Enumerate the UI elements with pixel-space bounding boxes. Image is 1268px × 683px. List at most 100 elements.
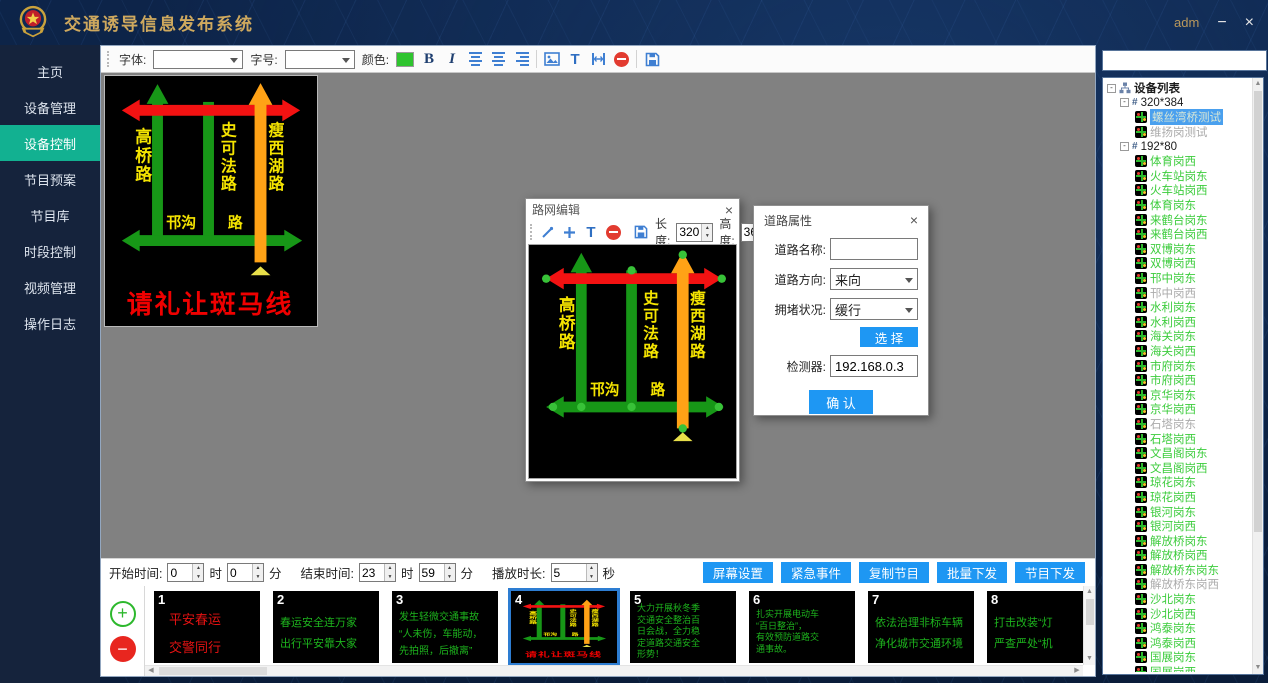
text-tool-icon[interactable]: T [567,50,583,68]
duration-input[interactable] [552,564,586,581]
sidebar-item-节目库[interactable]: 节目库 [0,197,100,233]
close-icon[interactable]: × [910,213,918,227]
remove-program-button[interactable]: − [110,636,136,662]
draw-line-icon[interactable] [539,223,555,241]
tree-item-双博岗东[interactable]: 双博岗东 [1105,242,1251,257]
spinner-arrows[interactable]: ▲▼ [192,564,203,581]
scrollbar-thumb[interactable] [159,667,267,675]
road-node-handle[interactable] [549,403,557,411]
scroll-left-icon[interactable]: ◀ [145,666,157,676]
start-hour-spinner[interactable]: ▲▼ [167,563,204,582]
road-node-handle[interactable] [679,424,687,432]
program-thumbnail-1[interactable]: 1平安春运交警同行 [154,591,260,663]
program-thumbnail-8[interactable]: 8打击改装“灯严查严处“机 [987,591,1083,663]
end-hour-input[interactable] [360,564,384,581]
tree-item-海关岗东[interactable]: 海关岗东 [1105,329,1251,344]
road-name-input[interactable] [830,238,918,260]
font-size-select[interactable] [285,50,355,69]
font-select[interactable] [153,50,243,69]
scrollbar-thumb[interactable] [1254,91,1262,532]
sidebar-item-设备控制[interactable]: 设备控制 [0,125,100,161]
tree-item-银河岗西[interactable]: 银河岗西 [1105,519,1251,534]
collapse-icon[interactable]: - [1120,98,1129,107]
tree-item-邗中岗东[interactable]: 邗中岗东 [1105,271,1251,286]
spinner-arrows[interactable]: ▲▼ [384,564,395,581]
color-swatch[interactable] [396,52,414,67]
tree-item-螺丝湾桥测试[interactable]: 螺丝湾桥测试 [1105,110,1251,125]
road-node-handle[interactable] [542,274,550,282]
tree-item-鸿泰岗东[interactable]: 鸿泰岗东 [1105,621,1251,636]
spinner-arrows[interactable]: ▲▼ [444,564,455,581]
props-dialog-titlebar[interactable]: 道路属性 × [764,210,918,230]
tree-group-192*80[interactable]: -#192*80 [1105,139,1251,154]
spinner-arrows[interactable]: ▲▼ [252,564,263,581]
tree-item-水利岗西[interactable]: 水利岗西 [1105,315,1251,330]
close-button[interactable]: × [1245,15,1254,31]
tree-item-火车站岗东[interactable]: 火车站岗东 [1105,169,1251,184]
align-left-icon[interactable] [467,50,483,68]
tree-item-沙北岗东[interactable]: 沙北岗东 [1105,592,1251,607]
align-right-icon[interactable] [513,50,529,68]
tree-item-市府岗西[interactable]: 市府岗西 [1105,373,1251,388]
end-minute-spinner[interactable]: ▲▼ [419,563,456,582]
device-search-input[interactable] [1102,50,1267,71]
road-node-handle[interactable] [627,266,635,274]
tree-item-海关岗西[interactable]: 海关岗西 [1105,344,1251,359]
collapse-icon[interactable]: - [1120,142,1129,151]
sidebar-item-主页[interactable]: 主页 [0,53,100,89]
program-thumbnail-2[interactable]: 2春运安全连万家出行平安靠大家 [273,591,379,663]
delete-element-icon[interactable] [605,223,621,241]
tree-item-体育岗东[interactable]: 体育岗东 [1105,198,1251,213]
add-program-button[interactable]: + [110,601,136,627]
tree-item-石塔岗东[interactable]: 石塔岗东 [1105,417,1251,432]
end-hour-spinner[interactable]: ▲▼ [359,563,396,582]
scrollbar-thumb[interactable] [1086,599,1094,625]
roadnet-dialog-titlebar[interactable]: 路网编辑 × [526,199,739,220]
save-icon[interactable] [644,50,660,68]
road-node-handle[interactable] [679,251,687,259]
roadnet-edit-canvas[interactable]: 高桥路史可法路瘦西湖路邗沟路 [528,244,737,479]
action-button-复制节目[interactable]: 复制节目 [859,562,929,583]
scroll-down-icon[interactable]: ▼ [1084,653,1095,665]
tree-item-来鹤台岗西[interactable]: 来鹤台岗西 [1105,227,1251,242]
tree-item-维扬岗测试[interactable]: 维扬岗测试 [1105,125,1251,140]
thumbnail-vertical-scrollbar[interactable]: ▲ ▼ [1083,586,1095,665]
tree-item-琼花岗西[interactable]: 琼花岗西 [1105,490,1251,505]
tree-item-火车站岗西[interactable]: 火车站岗西 [1105,183,1251,198]
tree-item-邗中岗西[interactable]: 邗中岗西 [1105,285,1251,300]
end-minute-input[interactable] [420,564,444,581]
sidebar-item-视频管理[interactable]: 视频管理 [0,269,100,305]
road-node-handle[interactable] [715,403,723,411]
tree-item-石塔岗西[interactable]: 石塔岗西 [1105,431,1251,446]
tree-item-体育岗西[interactable]: 体育岗西 [1105,154,1251,169]
tree-item-鸿泰岗西[interactable]: 鸿泰岗西 [1105,636,1251,651]
action-button-批量下发[interactable]: 批量下发 [937,562,1007,583]
sidebar-item-设备管理[interactable]: 设备管理 [0,89,100,125]
road-node-handle[interactable] [627,403,635,411]
program-thumbnail-5[interactable]: 5大力开展秋冬季交通安全整治百日会战，全力稳定道路交通安全形势！ [630,591,736,663]
program-thumbnail-4[interactable]: 4高桥路史可法路瘦西湖路邗沟路请礼让斑马线 [511,591,617,663]
thumbnail-horizontal-scrollbar[interactable]: ◀ ▶ [145,665,1083,676]
minimize-button[interactable]: − [1217,15,1226,31]
scroll-up-icon[interactable]: ▲ [1253,78,1263,90]
length-input[interactable] [677,224,701,241]
tree-item-解放桥东岗东[interactable]: 解放桥东岗东 [1105,563,1251,578]
detector-input[interactable] [830,355,918,377]
tree-item-解放桥岗西[interactable]: 解放桥岗西 [1105,548,1251,563]
program-thumbnail-7[interactable]: 7依法治理非标车辆净化城市交通环境 [868,591,974,663]
confirm-button[interactable]: 确 认 [809,390,873,414]
action-button-紧急事件[interactable]: 紧急事件 [781,562,851,583]
sidebar-item-时段控制[interactable]: 时段控制 [0,233,100,269]
road-direction-select[interactable]: 来向 [830,268,918,290]
tree-item-双博岗西[interactable]: 双博岗西 [1105,256,1251,271]
tree-vertical-scrollbar[interactable]: ▲ ▼ [1252,78,1263,674]
tree-item-国展岗西[interactable]: 国展岗西 [1105,665,1251,672]
program-thumbnail-6[interactable]: 6扎实开展电动车“百日整治”，有效预防道路交通事故。 [749,591,855,663]
tree-item-国展岗东[interactable]: 国展岗东 [1105,650,1251,665]
tree-item-解放桥东岗西[interactable]: 解放桥东岗西 [1105,577,1251,592]
tree-item-文昌阁岗西[interactable]: 文昌阁岗西 [1105,460,1251,475]
sidebar-item-节目预案[interactable]: 节目预案 [0,161,100,197]
select-detector-button[interactable]: 选 择 [860,327,918,347]
congestion-select[interactable]: 缓行 [830,298,918,320]
tree-item-银河岗东[interactable]: 银河岗东 [1105,504,1251,519]
